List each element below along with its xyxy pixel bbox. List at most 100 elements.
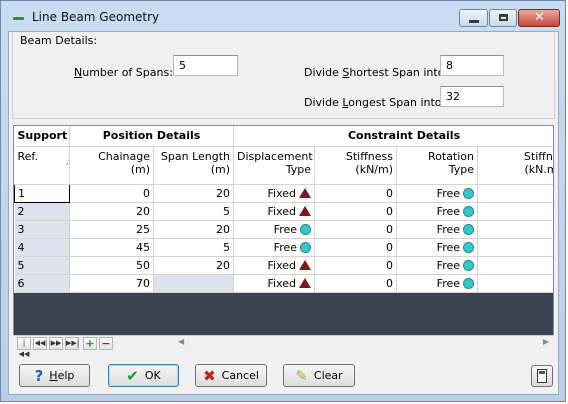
shortest-span-input[interactable]: 8 [440,55,504,76]
close-button[interactable]: ✕ [518,9,560,27]
ref-cell[interactable]: 5 [14,256,70,275]
chainage-cell[interactable]: 20 [69,202,154,221]
beam-details-panel: Beam Details: Number of Spans: 5 Divide … [12,32,555,119]
rotational-stiffness-cell[interactable]: 0 [477,202,553,221]
circle-icon [463,259,475,271]
rotational-stiffness-cell[interactable]: 0 [477,274,553,293]
next-record-button[interactable]: ▶▶ [49,337,63,350]
ref-cell[interactable]: 6 [14,274,70,293]
group-header-support: Support [14,126,70,147]
table-row[interactable]: 1020Fixed0Free0 [14,183,553,203]
triangle-icon [299,187,312,198]
chainage-cell[interactable]: 50 [69,256,154,275]
displacement-type-cell[interactable]: Fixed [233,274,316,293]
app-icon [13,17,24,20]
maximize-button[interactable] [489,9,517,27]
displacement-type-cell[interactable]: Fixed [233,184,316,203]
close-icon: ✕ [534,10,545,25]
dialog-window: Line Beam Geometry ✕ Beam Details: Numbe… [0,0,566,402]
longest-span-input[interactable]: 32 [440,86,504,107]
stiffness-cell[interactable]: 0 [314,274,398,293]
chainage-cell[interactable]: 25 [69,220,154,239]
rotational-stiffness-cell[interactable]: 0 [477,256,553,275]
rotational-stiffness-cell[interactable]: 0 [477,238,553,257]
table-row[interactable]: 55020Fixed0Free0 [14,256,553,275]
displacement-type-cell[interactable]: Free [233,238,316,257]
help-button[interactable]: ? Help [19,364,90,387]
supports-table: Support Position Details Constraint Deta… [14,126,553,293]
stiffness-cell[interactable]: 0 [314,202,398,221]
rotation-type-cell[interactable]: Free [396,220,479,239]
circle-icon [300,223,312,235]
dialog-client: Beam Details: Number of Spans: 5 Divide … [8,31,559,395]
col-header-span-length[interactable]: Span Length (m) [153,146,235,185]
clear-button[interactable]: ✎ Clear [283,364,355,387]
ref-cell[interactable]: 1 [14,183,70,203]
col-header-rotational-stiffness[interactable]: Stiffness(kN.m/°) [477,146,553,185]
table-row[interactable]: 4455Free0Free0 [14,238,553,257]
chainage-cell[interactable]: 45 [69,238,154,257]
span-length-cell[interactable] [153,274,235,293]
ref-cell[interactable]: 4 [14,238,70,257]
calculator-icon [537,369,547,383]
cancel-button[interactable]: ✖ Cancel [195,364,267,387]
col-header-ref[interactable]: Ref.△ [14,146,70,185]
longest-span-label: Divide Longest Span into: [304,96,446,109]
table-row[interactable]: 670Fixed0Free0 [14,274,553,293]
previous-record-button[interactable]: ◀◀ [33,337,47,350]
scroll-right-icon[interactable]: ▶ [543,337,549,346]
rotation-type-cell[interactable]: Free [396,184,479,203]
calculator-button[interactable] [531,365,553,387]
delete-row-button[interactable]: − [99,337,113,350]
displacement-type-cell[interactable]: Free [233,220,316,239]
span-length-cell[interactable]: 5 [153,238,235,257]
rotation-type-cell[interactable]: Free [396,274,479,293]
num-spans-label: Number of Spans: [74,66,173,79]
minus-icon: − [101,337,111,350]
num-spans-input[interactable]: 5 [173,55,238,76]
last-record-button[interactable]: ▶▶| [65,337,79,350]
beam-details-label: Beam Details: [20,34,98,47]
rotational-stiffness-cell[interactable]: 0 [477,184,553,203]
stiffness-cell[interactable]: 0 [314,256,398,275]
add-row-button[interactable]: + [83,337,97,350]
col-header-displacement-type[interactable]: Displacement Type [233,146,316,185]
stiffness-cell[interactable]: 0 [314,184,398,203]
sort-ascending-icon: △ [66,157,69,167]
table-row[interactable]: 32520Free0Free0 [14,220,553,239]
rotation-type-cell[interactable]: Free [396,256,479,275]
minimize-icon [469,20,479,23]
table-row[interactable]: 2205Fixed0Free0 [14,202,553,221]
col-header-chainage[interactable]: Chainage (m) [69,146,154,185]
supports-grid[interactable]: Support Position Details Constraint Deta… [13,125,554,351]
minimize-button[interactable] [459,9,488,27]
plus-icon: + [85,337,95,350]
ref-cell[interactable]: 3 [14,220,70,239]
rotation-type-cell[interactable]: Free [396,202,479,221]
question-icon: ? [34,367,44,385]
circle-icon [463,223,475,235]
displacement-type-cell[interactable]: Fixed [233,202,316,221]
rotational-stiffness-cell[interactable]: 0 [477,220,553,239]
ok-button[interactable]: ✔ OK [108,364,179,387]
circle-icon [463,205,475,217]
span-length-cell[interactable]: 20 [153,256,235,275]
col-header-rotation-type[interactable]: Rotation Type [396,146,479,185]
chainage-cell[interactable]: 0 [69,184,154,203]
first-record-button[interactable]: |◀◀ [17,337,31,358]
stiffness-cell[interactable]: 0 [314,238,398,257]
displacement-type-cell[interactable]: Fixed [233,256,316,275]
grid-navigator: |◀◀ ◀◀ ▶▶ ▶▶| + − ◀ ▶ [13,335,554,358]
ref-cell[interactable]: 2 [14,202,70,221]
triangle-icon [299,205,312,216]
span-length-cell[interactable]: 20 [153,184,235,203]
stiffness-cell[interactable]: 0 [314,220,398,239]
span-length-cell[interactable]: 20 [153,220,235,239]
span-length-cell[interactable]: 5 [153,202,235,221]
col-header-stiffness[interactable]: Stiffness (kN/m) [314,146,398,185]
scroll-left-icon[interactable]: ◀ [178,337,184,346]
chainage-cell[interactable]: 70 [69,274,154,293]
maximize-icon [499,14,508,21]
rotation-type-cell[interactable]: Free [396,238,479,257]
triangle-icon [299,259,312,270]
